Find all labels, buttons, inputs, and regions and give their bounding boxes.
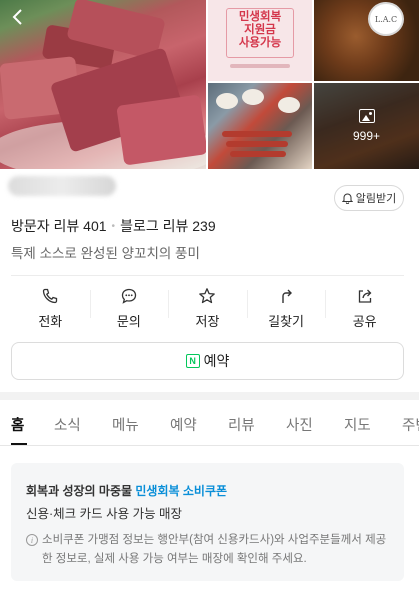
store-logo[interactable]: L.A.C: [368, 2, 404, 36]
visitor-review-link[interactable]: 방문자 리뷰 401: [11, 216, 107, 236]
info-icon: i: [26, 534, 38, 546]
action-label: 저장: [195, 313, 220, 329]
action-label: 길찾기: [268, 313, 305, 329]
poster-text: 민생회복 지원금 사용가능: [228, 10, 292, 49]
tab-map[interactable]: 지도: [344, 414, 371, 435]
divider: [11, 275, 404, 276]
poster-line: 사용가능: [238, 35, 282, 49]
photo-coupon-poster[interactable]: 민생회복 지원금 사용가능: [208, 0, 312, 81]
tab-nearby[interactable]: 주변: [402, 414, 419, 435]
coupon-title-highlight: 민생회복 소비쿠폰: [135, 484, 228, 498]
tab-home[interactable]: 홈: [11, 414, 24, 435]
action-label: 전화: [38, 313, 63, 329]
call-button[interactable]: 전화: [11, 280, 90, 336]
notify-label: 알림받기: [355, 193, 397, 205]
tab-menu[interactable]: 메뉴: [112, 414, 139, 435]
back-button[interactable]: [6, 4, 28, 30]
skewer-shape: [222, 131, 292, 137]
reserve-button[interactable]: N 예약: [11, 342, 404, 380]
separator-dot: •: [111, 220, 116, 232]
main-photo-meat[interactable]: [0, 0, 206, 169]
bell-icon: [341, 193, 353, 204]
share-button[interactable]: 공유: [325, 280, 404, 336]
skewer-shape: [226, 141, 288, 147]
phone-icon: [43, 288, 58, 303]
skewer-shape: [230, 151, 286, 157]
star-icon: [199, 287, 216, 303]
consumption-coupon-card: 회복과 성장의 마중물 민생회복 소비쿠폰 신용·체크 카드 사용 가능 매장 …: [11, 463, 404, 581]
coupon-notice-text: 소비쿠폰 가맹점 정보는 행안부(참여 신용카드사)와 사업주분들께서 제공한 …: [42, 534, 387, 565]
tab-reservation[interactable]: 예약: [170, 414, 197, 435]
poster-subline: [230, 64, 290, 68]
tab-bar: 홈 소식 메뉴 예약 리뷰 사진 지도 주변: [0, 400, 419, 446]
photo-count: 999+: [352, 129, 381, 143]
review-summary: 방문자 리뷰 401 • 블로그 리뷰 239: [11, 217, 216, 235]
inquiry-button[interactable]: 문의: [89, 280, 169, 336]
bowl-shape: [278, 97, 300, 113]
action-label: 공유: [352, 313, 377, 329]
active-tab-indicator: [11, 443, 27, 445]
naver-reserve-icon: N: [185, 354, 200, 368]
section-gap: [0, 392, 419, 400]
tab-photos[interactable]: 사진: [286, 414, 313, 435]
tab-news[interactable]: 소식: [54, 414, 81, 435]
coupon-title-prefix: 회복과 성장의 마중물: [26, 484, 136, 498]
save-button[interactable]: 저장: [168, 280, 247, 336]
notify-button[interactable]: 알림받기: [334, 185, 404, 211]
directions-button[interactable]: 길찾기: [246, 280, 326, 336]
action-label: 문의: [116, 313, 141, 329]
place-description: 특제 소스로 완성된 양꼬치의 풍미: [11, 246, 200, 261]
place-name-blurred: [8, 176, 116, 196]
reserve-label: 예약: [203, 353, 230, 369]
bowl-shape: [216, 93, 238, 109]
bowl-shape: [242, 89, 264, 105]
photo-grill-table[interactable]: [208, 83, 312, 169]
blog-review-link[interactable]: 블로그 리뷰 239: [120, 216, 216, 236]
logo-text: L.A.C: [374, 14, 398, 24]
photo-fried-food[interactable]: [314, 0, 419, 81]
meat-shape: [116, 94, 206, 166]
chevron-left-icon: [12, 9, 22, 25]
action-bar: 전화 문의 저장 길찾기 공유: [11, 280, 404, 336]
share-icon: [358, 289, 372, 303]
coupon-subtitle: 신용·체크 카드 사용 가능 매장: [26, 507, 183, 521]
chat-icon: [121, 288, 137, 304]
more-photos-overlay[interactable]: 999+: [314, 83, 419, 169]
coupon-title: 회복과 성장의 마중물 민생회복 소비쿠폰: [26, 482, 227, 499]
directions-icon: [282, 289, 293, 303]
tab-reviews[interactable]: 리뷰: [228, 414, 255, 435]
image-icon: [358, 109, 375, 123]
coupon-notice: i 소비쿠폰 가맹점 정보는 행안부(참여 신용카드사)와 사업주분들께서 제공…: [26, 531, 394, 569]
